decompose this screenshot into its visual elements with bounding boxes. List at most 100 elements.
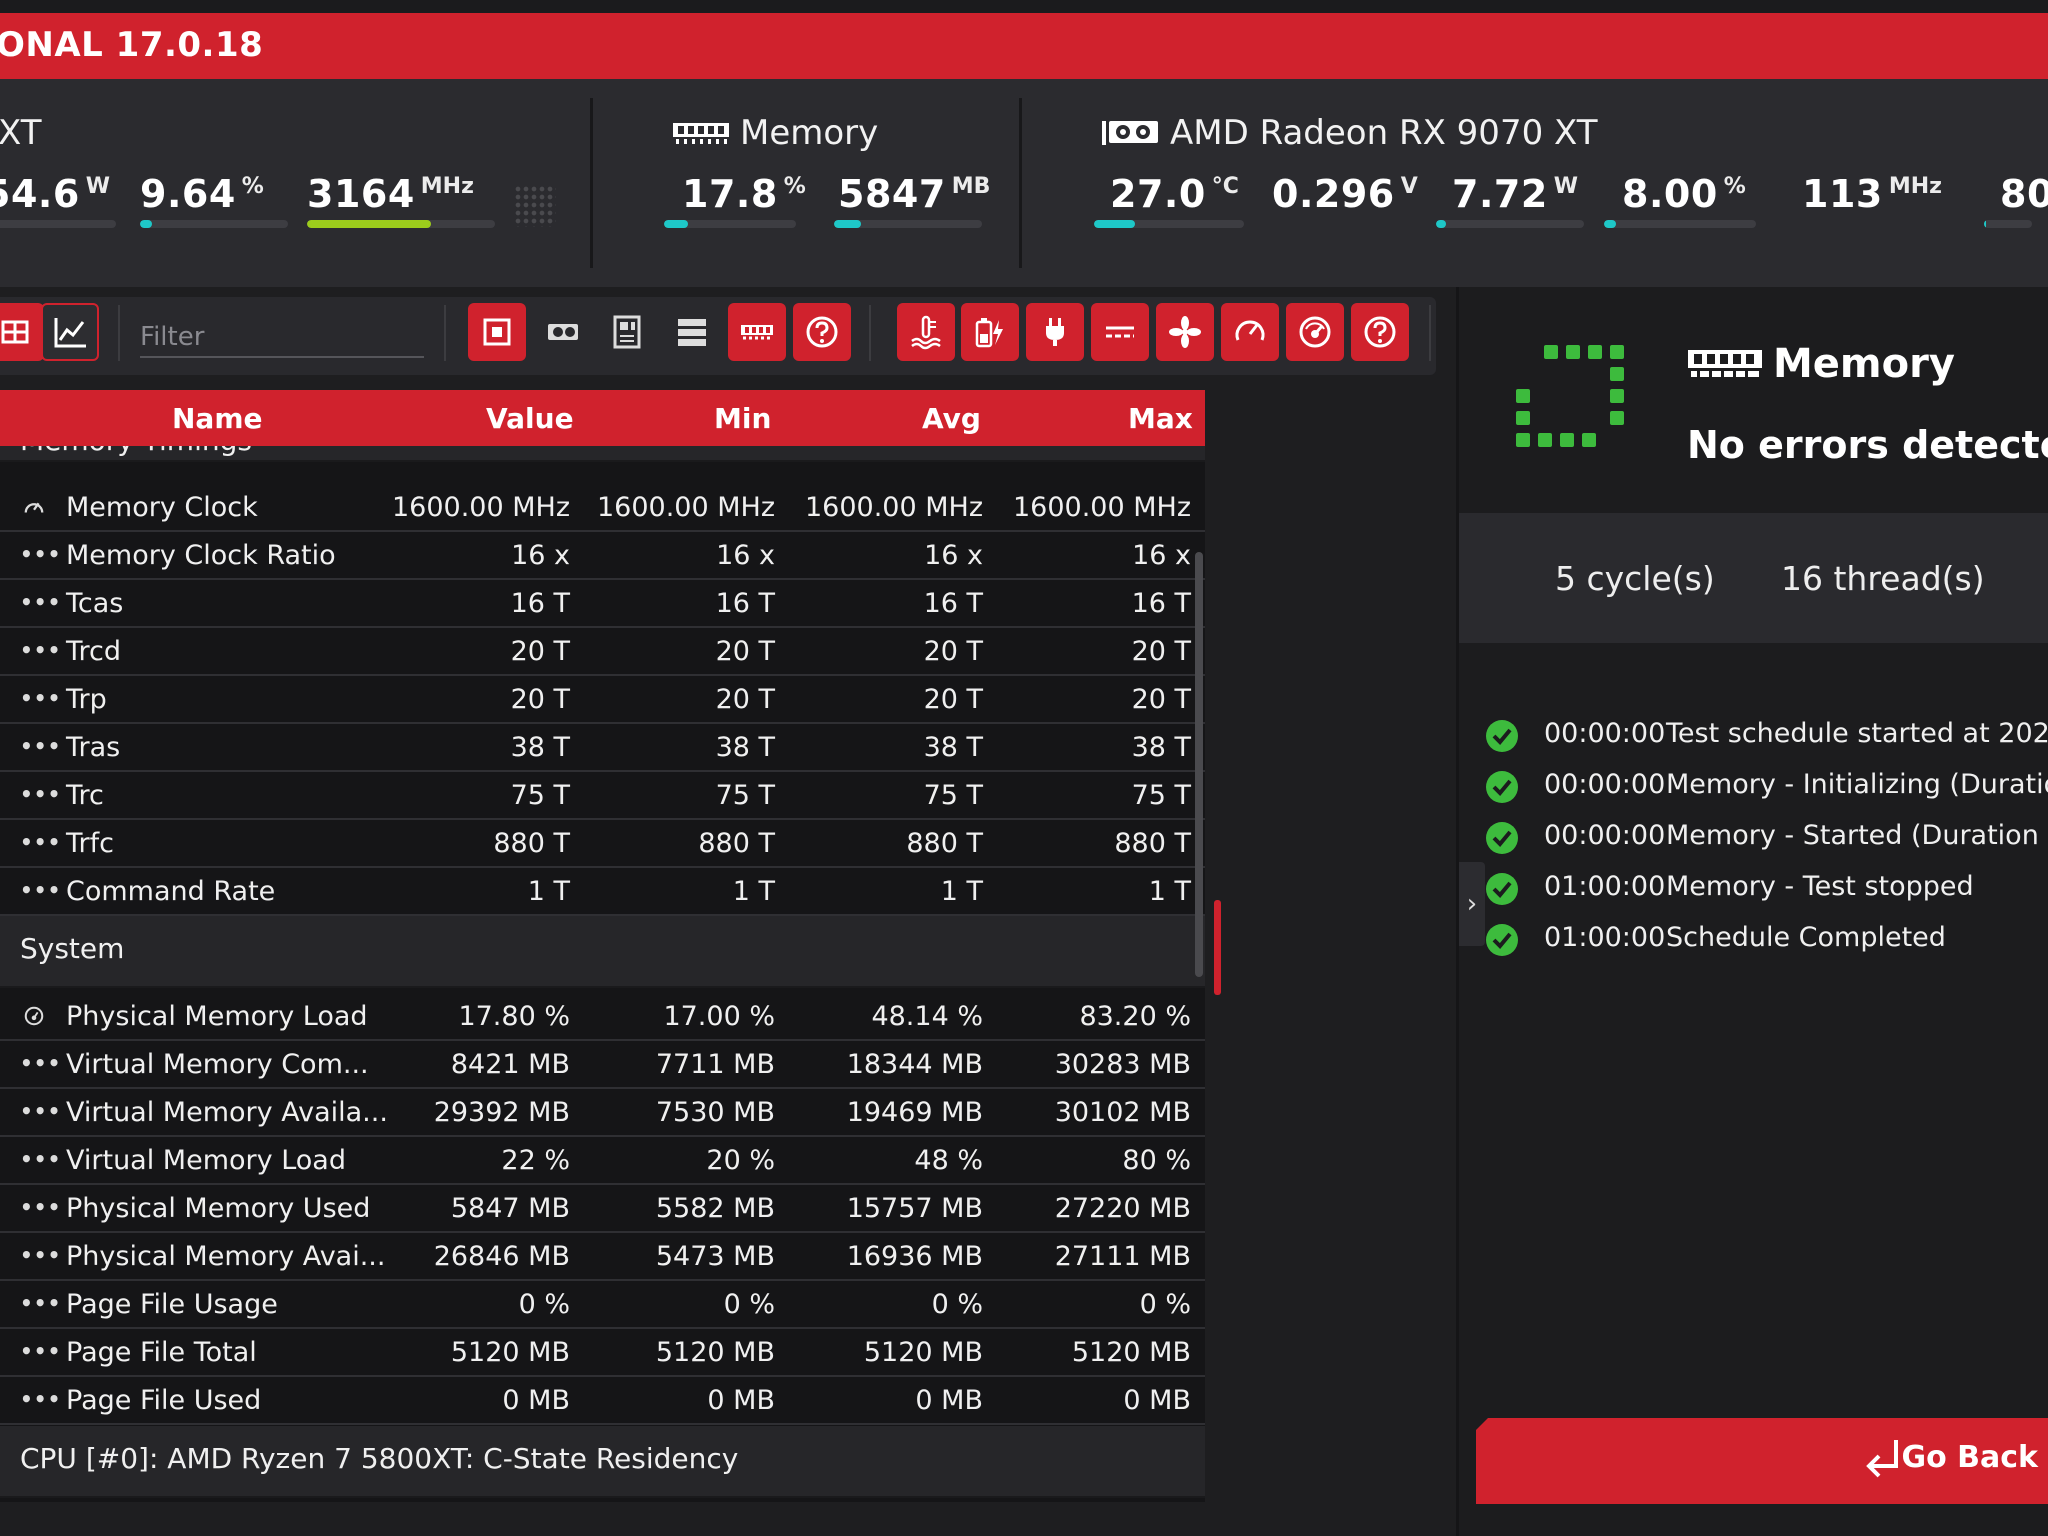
row-icon: ••• — [20, 1293, 60, 1317]
power-filter-button[interactable] — [1026, 303, 1084, 361]
sensor-min: 5582 MB — [655, 1193, 775, 1224]
graph-view-button[interactable] — [41, 303, 99, 361]
row-icon: ••• — [20, 784, 60, 808]
temperature-filter-button[interactable] — [897, 303, 955, 361]
question-icon — [806, 316, 838, 348]
sensor-name: Virtual Memory Com... — [66, 1049, 369, 1080]
log-time: 00:00:00 — [1544, 820, 1666, 851]
sensor-name: Page File Used — [66, 1385, 262, 1416]
sensor-min: 16 T — [715, 588, 775, 619]
usage-filter-button[interactable] — [1286, 303, 1344, 361]
gpu-filter-button[interactable] — [534, 303, 592, 361]
cpu-filter-button[interactable] — [468, 303, 526, 361]
table-row[interactable]: ••• Page File Used 0 MB 0 MB 0 MB 0 MB — [0, 1377, 1205, 1425]
other-sensor-filter-button[interactable] — [1351, 303, 1409, 361]
motherboard-filter-button[interactable] — [598, 303, 656, 361]
column-header-min[interactable]: Min — [714, 402, 771, 435]
column-header-value[interactable]: Value — [486, 402, 574, 435]
table-row[interactable]: ••• Trp 20 T 20 T 20 T 20 T — [0, 676, 1205, 724]
table-row[interactable]: ••• Virtual Memory Load 22 % 20 % 48 % 80 % — [0, 1137, 1205, 1185]
sensor-min: 16 x — [716, 540, 775, 571]
table-row[interactable]: ••• Tcas 16 T 16 T 16 T 16 T — [0, 580, 1205, 628]
expand-panel-button[interactable]: › — [1459, 862, 1485, 946]
category-row[interactable]: System — [0, 916, 1205, 988]
row-icon — [20, 496, 48, 520]
memory-load-metric: 17.8% — [664, 172, 806, 232]
table-row[interactable]: ••• Tras 38 T 38 T 38 T 38 T — [0, 724, 1205, 772]
table-row[interactable]: ••• Physical Memory Used 5847 MB 5582 MB 157… — [0, 1185, 1205, 1233]
ram-icon — [1688, 350, 1762, 377]
toolbar-separator — [118, 305, 120, 361]
sensor-avg: 16936 MB — [846, 1241, 983, 1272]
table-scrollbar[interactable] — [1195, 552, 1203, 977]
clock-filter-button[interactable] — [1221, 303, 1279, 361]
table-row[interactable]: ••• Virtual Memory Com... 8421 MB 7711 MB 18… — [0, 1041, 1205, 1089]
gpu-left-clock-bar — [307, 220, 432, 228]
sensor-name: Page File Total — [66, 1337, 257, 1368]
sensor-value: 20 T — [510, 684, 570, 715]
sensor-avg: 48 % — [914, 1145, 983, 1176]
sensor-avg: 20 T — [923, 684, 983, 715]
row-icon: ••• — [20, 640, 60, 664]
test-status-header — [1459, 287, 2048, 513]
sensor-value: 5847 MB — [450, 1193, 570, 1224]
gauge-icon — [1235, 320, 1265, 341]
table-view-button[interactable] — [0, 303, 44, 361]
sensor-max: 27111 MB — [1054, 1241, 1191, 1272]
panel-scroll-thumb[interactable] — [1214, 900, 1221, 995]
plug-icon — [1046, 318, 1064, 346]
sensor-min: 75 T — [715, 780, 775, 811]
sensor-name: Physical Memory Avai... — [66, 1241, 386, 1272]
toolbar-separator — [869, 305, 871, 361]
table-row[interactable]: ••• Physical Memory Avai... 26846 MB 5473 M… — [0, 1233, 1205, 1281]
table-row[interactable]: ••• Memory Clock Ratio 16 x 16 x 16 x 16 x — [0, 532, 1205, 580]
gpu-left-load-bar — [140, 220, 152, 228]
sensor-value: 1600.00 MHz — [391, 492, 570, 523]
table-row[interactable]: ••• Page File Total 5120 MB 5120 MB 5120 MB 5… — [0, 1329, 1205, 1377]
table-row[interactable]: ••• Trcd 20 T 20 T 20 T 20 T — [0, 628, 1205, 676]
filter-input[interactable] — [140, 318, 424, 358]
column-header-max[interactable]: Max — [1128, 402, 1193, 435]
log-time: 00:00:00 — [1544, 769, 1666, 800]
storage-filter-button[interactable] — [663, 303, 721, 361]
cycles-count: 5 cycle(s) — [1555, 559, 1715, 598]
gpu-load-metric: 8.00% — [1604, 172, 1756, 232]
sensor-table: Name Value Min Avg Max Memory TimingsMem… — [0, 390, 1205, 1502]
table-row[interactable]: Physical Memory Load 17.80 % 17.00 % 48.14 … — [0, 993, 1205, 1041]
other-filter-button[interactable] — [793, 303, 851, 361]
more-icon: ••• — [20, 1339, 62, 1363]
more-icon: ••• — [20, 686, 62, 710]
table-row[interactable]: ••• Page File Usage 0 % 0 % 0 % 0 % — [0, 1281, 1205, 1329]
table-row[interactable]: ••• Virtual Memory Availa... 29392 MB 7530 … — [0, 1089, 1205, 1137]
column-header-avg[interactable]: Avg — [922, 402, 981, 435]
dial-icon — [24, 1006, 44, 1026]
gpu-extra-bar — [1984, 220, 1987, 228]
row-icon: ••• — [20, 592, 60, 616]
sensor-avg: 19469 MB — [846, 1097, 983, 1128]
table-row[interactable]: ••• Trc 75 T 75 T 75 T 75 T — [0, 772, 1205, 820]
row-icon: ••• — [20, 1149, 60, 1173]
table-row[interactable]: ••• Command Rate 1 T 1 T 1 T 1 T — [0, 868, 1205, 916]
sensor-min: 20 % — [706, 1145, 775, 1176]
row-icon: ••• — [20, 1389, 60, 1413]
sensor-name: Trp — [66, 684, 107, 715]
column-header-name[interactable]: Name — [172, 402, 263, 435]
divider — [1019, 98, 1022, 268]
table-row[interactable]: Memory Clock 1600.00 MHz 1600.00 MHz 1600.0… — [0, 484, 1205, 532]
table-row[interactable]: ••• Trfc 880 T 880 T 880 T 880 T — [0, 820, 1205, 868]
memory-filter-button[interactable] — [728, 303, 786, 361]
row-icon: ••• — [20, 1197, 60, 1221]
battery-bolt-icon — [975, 318, 1003, 348]
ram-icon — [741, 325, 773, 340]
more-icon: ••• — [20, 1099, 62, 1123]
more-icon: ••• — [20, 590, 62, 614]
fan-filter-button[interactable] — [1156, 303, 1214, 361]
category-row[interactable]: CPU [#0]: AMD Ryzen 7 5800XT: C-State Re… — [0, 1426, 1205, 1498]
sensor-avg: 20 T — [923, 636, 983, 667]
go-back-button[interactable]: Go Back — [1476, 1418, 2048, 1504]
sensor-avg: 16 T — [923, 588, 983, 619]
current-filter-button[interactable] — [1091, 303, 1149, 361]
voltage-filter-button[interactable] — [961, 303, 1019, 361]
more-icon: ••• — [20, 542, 62, 566]
gpu-right-title: AMD Radeon RX 9070 XT — [1100, 113, 1597, 153]
